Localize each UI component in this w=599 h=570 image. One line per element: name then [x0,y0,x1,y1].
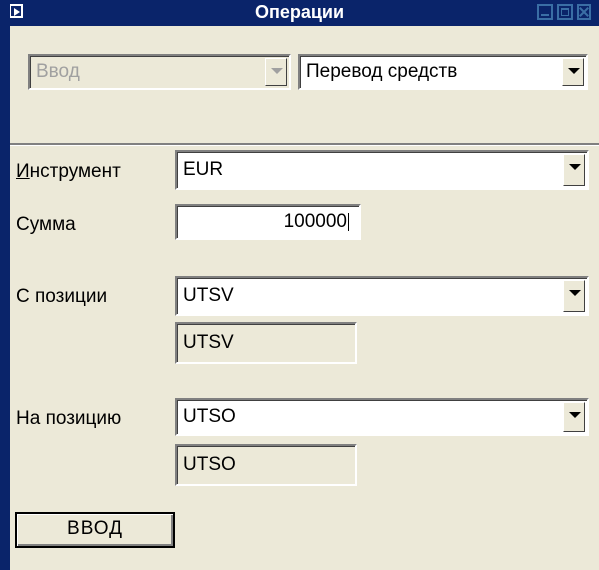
minimize-icon[interactable] [537,4,553,20]
chevron-down-icon [265,58,287,86]
operation-select[interactable]: Перевод средств [298,54,588,90]
operation-select-value: Перевод средств [306,61,458,82]
maximize-icon[interactable] [557,4,573,20]
title-bar[interactable]: Операции [0,0,599,26]
amount-input[interactable]: 100000 [175,204,361,240]
from-position-label: С позиции [16,286,108,307]
window-title: Операции [254,2,345,22]
close-icon[interactable] [577,4,591,20]
mode-select: Ввод [28,54,291,90]
amount-value: 100000 [283,211,349,232]
to-position-label: На позицию [16,408,122,429]
separator [10,143,599,146]
to-position-select[interactable]: UTSO [175,398,589,436]
submit-button[interactable]: ВВОД [15,512,175,548]
to-position-select-value: UTSO [183,406,236,427]
chevron-down-icon[interactable] [563,402,585,432]
from-position-readonly-value: UTSV [183,332,234,353]
from-position-select[interactable]: UTSV [175,276,589,316]
to-position-readonly: UTSO [175,444,357,486]
from-position-select-value: UTSV [183,285,234,306]
instrument-label: Инструмент [16,161,121,182]
instrument-select-value: EUR [183,159,224,180]
chevron-down-icon[interactable] [563,154,585,186]
chevron-down-icon[interactable] [563,280,585,312]
to-position-readonly-value: UTSO [183,454,236,475]
instrument-select[interactable]: EUR [175,150,589,190]
from-position-readonly: UTSV [175,322,357,364]
mode-select-value: Ввод [36,61,80,82]
window-left-border [0,0,10,570]
chevron-down-icon[interactable] [562,58,584,86]
amount-label: Сумма [16,214,76,235]
operations-window: Операции Ввод Перевод средств Инструмент… [0,0,599,570]
